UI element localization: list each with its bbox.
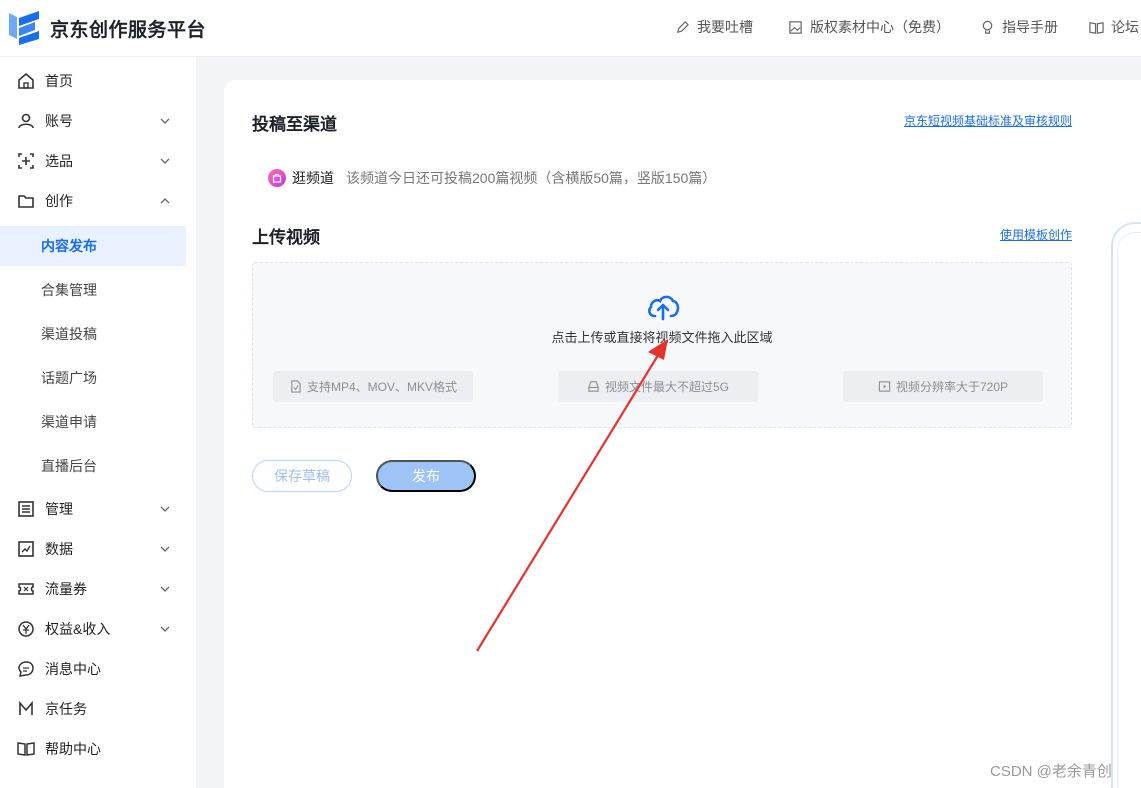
ticket-icon (18, 583, 34, 595)
sidebar-item-label: 账号 (45, 113, 73, 129)
sidebar-item-account[interactable]: 账号 (0, 101, 186, 141)
template-create-link[interactable]: 使用模板创作 (1000, 226, 1072, 243)
chip-label: 支持MP4、MOV、MKV格式 (306, 380, 457, 394)
user-icon (18, 113, 34, 129)
sidebar-item-label: 京任务 (45, 701, 87, 717)
message-icon (18, 661, 34, 677)
section-title-upload: 上传视频 (252, 228, 320, 247)
list-icon (18, 501, 34, 517)
rules-link[interactable]: 京东短视频基础标准及审核规则 (904, 112, 1072, 129)
pencil-icon (676, 20, 689, 33)
chevron-down-icon (160, 506, 170, 512)
sidebar-subitem-label: 渠道申请 (41, 414, 97, 430)
sidebar-item-benefits[interactable]: 权益&收入 (0, 609, 186, 649)
sidebar-item-data[interactable]: 数据 (0, 529, 186, 569)
channel-row: 逛频道 该频道今日还可投稿200篇视频（含横版50篇，竖版150篇） (268, 167, 716, 189)
publish-button[interactable]: 发布 (376, 460, 476, 492)
help-book-icon (17, 742, 35, 756)
select-icon (18, 153, 34, 169)
sidebar-item-help[interactable]: 帮助中心 (0, 729, 186, 769)
save-draft-button[interactable]: 保存草稿 (252, 460, 352, 492)
sidebar-subitem-label: 合集管理 (41, 282, 97, 298)
yuan-icon (18, 621, 34, 637)
resolution-chip: 视频分辨率大于720P (843, 371, 1043, 402)
sidebar-subitem-live[interactable]: 直播后台 (0, 446, 186, 486)
sidebar-item-traffic-coupon[interactable]: 流量券 (0, 569, 186, 609)
section-title-channel: 投稿至渠道 (252, 115, 337, 134)
nav-forum-label: 论坛 (1111, 19, 1139, 35)
chart-icon (18, 541, 34, 557)
sidebar-item-manage[interactable]: 管理 (0, 489, 186, 529)
brand-title[interactable]: 京东创作服务平台 (50, 15, 206, 42)
sidebar-subitem-label: 直播后台 (41, 458, 97, 474)
sidebar-subitem-channel-apply[interactable]: 渠道申请 (0, 402, 186, 442)
sidebar-item-home[interactable]: 首页 (0, 61, 186, 101)
folder-icon (18, 195, 34, 208)
top-header: 京东创作服务平台 我要吐槽 版权素材中心（免费） 指导手册 论坛 (0, 0, 1141, 57)
sidebar-item-label: 帮助中心 (45, 741, 101, 757)
nav-feedback-label: 我要吐槽 (697, 19, 753, 35)
format-chip: 支持MP4、MOV、MKV格式 (273, 371, 473, 402)
bag-icon (272, 174, 282, 183)
video-icon (878, 381, 891, 392)
chevron-down-icon (160, 158, 170, 164)
sidebar-item-label: 流量券 (45, 581, 87, 597)
chip-label: 视频文件最大不超过5G (604, 380, 729, 394)
sidebar-subitem-label: 渠道投稿 (41, 326, 97, 342)
file-icon (291, 380, 301, 393)
chip-label: 视频分辨率大于720P (895, 380, 1009, 394)
image-icon (789, 20, 802, 34)
sidebar-subitem-collection[interactable]: 合集管理 (0, 270, 186, 310)
sidebar-item-label: 首页 (45, 73, 73, 89)
chevron-up-icon (160, 198, 170, 204)
nav-guide-label: 指导手册 (1002, 19, 1058, 35)
sidebar-item-create[interactable]: 创作 (0, 181, 186, 221)
chevron-down-icon (160, 626, 170, 632)
sidebar-subitem-label: 内容发布 (41, 238, 97, 254)
channel-quota-text: 该频道今日还可投稿200篇视频（含横版50篇，竖版150篇） (346, 170, 717, 186)
sidebar-subitem-topics[interactable]: 话题广场 (0, 358, 186, 398)
chevron-down-icon (160, 118, 170, 124)
book-icon (1089, 21, 1104, 34)
channel-name: 逛频道 (292, 170, 334, 186)
drive-icon (588, 381, 599, 392)
lightbulb-icon (982, 20, 993, 34)
task-icon (19, 700, 33, 715)
upload-dropzone[interactable]: 点击上传或直接将视频文件拖入此区域 支持MP4、MOV、MKV格式 视频文件最大… (252, 262, 1072, 428)
nav-feedback[interactable]: 我要吐槽 (675, 17, 753, 37)
nav-forum[interactable]: 论坛 (1089, 17, 1139, 37)
sidebar-item-label: 创作 (45, 193, 73, 209)
preview-frame-inner (1117, 232, 1141, 788)
watermark-text: CSDN @老余青创 (990, 763, 1112, 780)
sidebar-item-selection[interactable]: 选品 (0, 141, 186, 181)
size-chip: 视频文件最大不超过5G (558, 371, 758, 402)
sidebar-item-messages[interactable]: 消息中心 (0, 649, 186, 689)
jd-logo-icon[interactable] (7, 9, 41, 45)
sidebar-item-label: 数据 (45, 541, 73, 557)
home-icon (18, 72, 34, 89)
sidebar-subitem-content-publish[interactable]: 内容发布 (0, 226, 186, 266)
sidebar-item-label: 选品 (45, 153, 73, 169)
sidebar: 首页 账号 选品 创作 内容发布 合集管理 渠道投稿 话题广场 渠道申请 直播后… (0, 57, 196, 788)
sidebar-item-label: 管理 (45, 501, 73, 517)
cloud-upload-icon[interactable] (646, 292, 680, 322)
sidebar-item-jd-tasks[interactable]: 京任务 (0, 689, 186, 729)
sidebar-item-label: 权益&收入 (45, 621, 111, 637)
chevron-down-icon (160, 586, 170, 592)
nav-copyright-center[interactable]: 版权素材中心（免费） (788, 17, 950, 37)
nav-guide[interactable]: 指导手册 (980, 17, 1058, 37)
upload-hint-text: 点击上传或直接将视频文件拖入此区域 (551, 330, 773, 345)
sidebar-item-label: 消息中心 (45, 661, 101, 677)
chevron-down-icon (160, 546, 170, 552)
nav-copyright-label: 版权素材中心（免费） (810, 19, 950, 35)
sidebar-subitem-channel-submit[interactable]: 渠道投稿 (0, 314, 186, 354)
channel-badge-icon (268, 169, 286, 187)
sidebar-subitem-label: 话题广场 (41, 370, 97, 386)
